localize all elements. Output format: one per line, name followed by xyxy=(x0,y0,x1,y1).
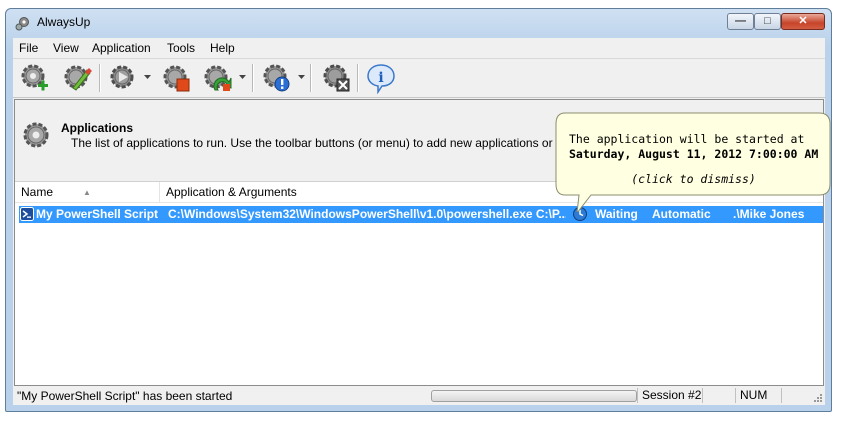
progress-bar xyxy=(431,390,637,402)
help-icon[interactable]: i xyxy=(365,62,397,94)
maximize-button[interactable]: □ xyxy=(754,13,781,30)
start-dropdown-icon[interactable] xyxy=(144,75,151,80)
column-header-application[interactable]: Application & Arguments xyxy=(160,182,580,202)
restart-application-icon[interactable] xyxy=(201,62,233,94)
tooltip-dismiss-hint: (click to dismiss) xyxy=(631,172,756,186)
minimize-button[interactable]: — xyxy=(727,13,754,30)
restart-dropdown-icon[interactable] xyxy=(239,75,246,80)
column-name-label: Name xyxy=(21,185,54,199)
applications-gear-icon xyxy=(23,122,49,148)
column-application-label: Application & Arguments xyxy=(166,185,297,199)
remove-application-icon[interactable] xyxy=(320,62,352,94)
status-pane-empty xyxy=(781,388,816,403)
toolbar-separator xyxy=(252,64,254,92)
menu-view[interactable]: View xyxy=(53,41,79,55)
row-application: C:\Windows\System32\WindowsPowerShell\v1… xyxy=(168,207,566,221)
menu-bar: File View Application Tools Help xyxy=(13,38,825,58)
column-header-name[interactable]: Name ▲ xyxy=(15,182,160,202)
menu-tools[interactable]: Tools xyxy=(167,41,195,55)
maximize-icon: □ xyxy=(764,15,771,27)
app-gear-icon xyxy=(15,17,29,31)
report-dropdown-icon[interactable] xyxy=(298,75,305,80)
svg-text:i: i xyxy=(378,70,383,86)
toolbar-separator xyxy=(357,64,359,92)
menu-file[interactable]: File xyxy=(19,41,38,55)
toolbar-separator xyxy=(310,64,312,92)
tooltip-text: The application will be started at xyxy=(569,132,805,146)
powershell-icon xyxy=(20,207,34,221)
close-icon: ✕ xyxy=(798,15,808,27)
close-button[interactable]: ✕ xyxy=(781,13,825,30)
window-title: AlwaysUp xyxy=(37,15,91,29)
menu-application[interactable]: Application xyxy=(92,41,151,55)
report-icon[interactable] xyxy=(260,62,292,94)
client-area: File View Application Tools Help i Appli… xyxy=(13,38,825,405)
stop-application-icon[interactable] xyxy=(160,62,192,94)
status-message: "My PowerShell Script" has been started xyxy=(17,389,233,403)
toolbar-separator xyxy=(99,64,101,92)
status-pane-empty xyxy=(702,388,737,403)
resize-grip-icon[interactable] xyxy=(813,393,823,403)
page-title: Applications xyxy=(61,121,134,135)
edit-application-icon[interactable] xyxy=(61,62,93,94)
start-application-icon[interactable] xyxy=(107,62,139,94)
toolbar: i xyxy=(13,58,825,98)
status-bar: "My PowerShell Script" has been started … xyxy=(13,386,825,405)
sort-ascending-icon: ▲ xyxy=(83,188,91,197)
tooltip-balloon xyxy=(555,112,831,212)
menu-help[interactable]: Help xyxy=(210,41,235,55)
add-application-icon[interactable] xyxy=(18,62,50,94)
minimize-icon: — xyxy=(735,15,746,27)
schedule-tooltip[interactable]: The application will be started at Satur… xyxy=(555,112,832,212)
session-indicator: Session #2 xyxy=(637,388,702,403)
title-bar[interactable]: AlwaysUp — □ ✕ xyxy=(6,9,831,37)
num-lock-indicator: NUM xyxy=(735,388,780,403)
page-description: The list of applications to run. Use the… xyxy=(71,136,561,150)
tooltip-datetime: Saturday, August 11, 2012 7:00:00 AM xyxy=(569,147,819,161)
row-name: My PowerShell Script xyxy=(36,207,159,221)
